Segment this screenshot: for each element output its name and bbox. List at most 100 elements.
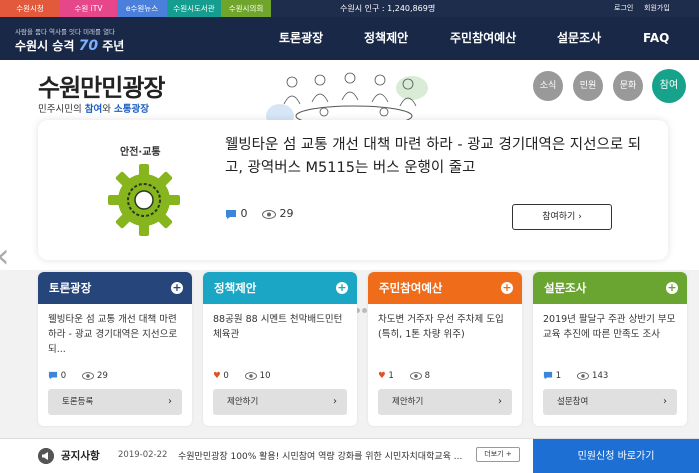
participate-button[interactable]: 참여하기 › (512, 204, 612, 230)
heart-icon: ♥ (378, 371, 386, 381)
card-button-label: 설문참여 (557, 397, 589, 407)
tab-suwon-city[interactable]: 수원시청 (0, 0, 60, 17)
megaphone-icon (38, 448, 54, 464)
card-stat-2: 143 (592, 371, 609, 381)
card-body[interactable]: 차도변 거주자 우선 주차제 도입(특히, 1톤 차량 위주) (368, 304, 522, 360)
card-stat-2: 10 (259, 371, 271, 381)
page-subtitle: 민주시민의 참여와 소통광장 (38, 101, 149, 115)
card-header[interactable]: 설문조사 + (533, 272, 687, 304)
chevron-right-icon: › (168, 396, 172, 407)
petition-apply-button[interactable]: 민원신청 바로가기 (533, 439, 699, 473)
budget-propose-button[interactable]: 제안하기 › (378, 389, 512, 415)
subtitle-emphasis-1: 참여 (84, 104, 103, 115)
nav-budget[interactable]: 주민참여예산 (450, 17, 516, 60)
tab-suwon-council[interactable]: 수원시의회 (221, 0, 271, 17)
card-stat-1: 0 (223, 371, 229, 381)
notice-headline[interactable]: 수원만민광장 100% 활용! 시민참여 역량 강화를 위한 시민자치대학교육 … (178, 449, 473, 462)
survey-participate-button[interactable]: 설문참여 › (543, 389, 677, 415)
card-stats: ♥ 1 8 (378, 371, 430, 381)
logo-suffix: 주년 (102, 39, 125, 53)
tab-suwon-library[interactable]: 수원시도서관 (167, 0, 221, 17)
page-title: 수원만민광장 (38, 74, 165, 102)
subtitle-middle: 와 (102, 104, 114, 115)
slide-view-count: 29 (279, 207, 294, 220)
slide-dot[interactable] (362, 308, 367, 313)
circle-petition[interactable]: 민원 (573, 71, 603, 101)
card-stat-2: 29 (97, 371, 108, 381)
debate-register-button[interactable]: 토론등록 › (48, 389, 182, 415)
subtitle-emphasis-2: 소통광장 (113, 104, 149, 115)
card-title: 설문조사 (544, 281, 587, 295)
plus-icon[interactable]: + (336, 282, 348, 294)
featured-slide: 안전·교통 웰빙타운 섬 교통 개선 대책 마련 하라 - 광교 경기대역은 지… (38, 120, 668, 314)
slide-views: 29 (262, 207, 294, 220)
chevron-right-icon: › (498, 396, 502, 407)
circle-news[interactable]: 소식 (533, 71, 563, 101)
join-link[interactable]: 회원가입 (644, 0, 670, 17)
top-utility-bar: 수원시청 수원 iTV e수원뉴스 수원시도서관 수원시의회 수원시 인구 : … (0, 0, 699, 17)
login-link[interactable]: 로그인 (614, 0, 633, 17)
card-body[interactable]: 2019년 팔달구 주관 상반기 부모교육 추진에 따른 만족도 조사 (533, 304, 687, 360)
nav-debate[interactable]: 토론광장 (279, 17, 323, 60)
circle-culture[interactable]: 문화 (613, 71, 643, 101)
card-stat-1: 1 (555, 371, 562, 381)
card-debate: 토론광장 + 웰빙타운 섬 교통 개선 대책 마련 하라 - 광교 경기대역은 … (38, 272, 192, 426)
side-prev-chevron[interactable]: ‹ (0, 236, 10, 276)
card-button-label: 제안하기 (392, 397, 424, 407)
card-header[interactable]: 주민참여예산 + (368, 272, 522, 304)
hero-section: 수원만민광장 민주시민의 참여와 소통광장 소식 민원 문화 참여 ‹ › 안전… (0, 60, 699, 314)
card-survey: 설문조사 + 2019년 팔달구 주관 상반기 부모교육 추진에 따른 만족도 … (533, 272, 687, 426)
logo-slogan: 사람을 품다 역사를 잇다 미래를 열다 (15, 28, 116, 36)
plus-icon[interactable]: + (171, 282, 183, 294)
card-stat-1: 1 (388, 371, 394, 381)
card-body[interactable]: 웰빙타운 섬 교통 개선 대책 마련 하라 - 광교 경기대역은 지선으로 되.… (38, 304, 192, 360)
eye-icon (409, 371, 422, 380)
nav-survey[interactable]: 설문조사 (557, 17, 601, 60)
chevron-right-icon: › (663, 396, 667, 407)
card-header[interactable]: 정책제안 + (203, 272, 357, 304)
comment-icon (48, 371, 58, 380)
tab-e-suwon-news[interactable]: e수원뉴스 (117, 0, 167, 17)
card-stat-1: 0 (60, 371, 67, 381)
circle-participation[interactable]: 참여 (652, 69, 686, 103)
card-header[interactable]: 토론광장 + (38, 272, 192, 304)
heart-icon: ♥ (213, 371, 221, 381)
comment-icon (226, 209, 236, 219)
slide-headline[interactable]: 웰빙타운 섬 교통 개선 대책 마련 하라 - 광교 경기대역은 지선으로 되고… (225, 134, 655, 180)
nav-policy[interactable]: 정책제안 (364, 17, 408, 60)
card-budget: 주민참여예산 + 차도변 거주자 우선 주차제 도입(특히, 1톤 차량 위주)… (368, 272, 522, 426)
eye-icon (244, 371, 257, 380)
logo-prefix: 수원시 승격 (15, 39, 75, 53)
population-counter: 수원시 인구 : 1,240,869명 (340, 4, 436, 13)
policy-propose-button[interactable]: 제안하기 › (213, 389, 347, 415)
card-stats: 0 29 (48, 371, 108, 381)
slide-comment-count: 0 (240, 207, 248, 220)
card-title: 토론광장 (49, 281, 92, 295)
card-policy: 정책제안 + 88공원 88 시멘트 천막배드민턴 체육관 ♥ 0 10 제안하… (203, 272, 357, 426)
notice-date: 2019-02-22 (118, 450, 168, 460)
card-stats: 1 143 (543, 371, 608, 381)
plus-icon: + (505, 450, 512, 458)
card-title: 정책제안 (214, 281, 257, 295)
slide-comments: 0 (225, 207, 248, 220)
comment-icon (543, 371, 553, 380)
card-button-label: 제안하기 (227, 397, 259, 407)
eye-icon (82, 371, 95, 380)
nav-faq[interactable]: FAQ (643, 17, 669, 60)
plus-icon[interactable]: + (501, 282, 513, 294)
more-button-label: 더보기 (484, 450, 504, 458)
notice-title: 공지사항 (61, 450, 100, 462)
card-stats: ♥ 0 10 (213, 371, 271, 381)
card-button-label: 토론등록 (62, 397, 94, 407)
notice-bar: 공지사항 2019-02-22 수원만민광장 100% 활용! 시민참여 역량 … (0, 438, 699, 473)
plus-icon[interactable]: + (666, 282, 678, 294)
card-body[interactable]: 88공원 88 시멘트 천막배드민턴 체육관 (203, 304, 357, 360)
eye-icon (577, 371, 590, 380)
tab-suwon-itv[interactable]: 수원 iTV (60, 0, 117, 17)
main-header: 사람을 품다 역사를 잇다 미래를 열다 수원시 승격 70 주년 토론광장 정… (0, 17, 699, 60)
site-logo[interactable]: 수원시 승격 70 주년 (15, 37, 124, 54)
more-button[interactable]: 더보기 + (476, 447, 520, 462)
subtitle-prefix: 민주시민의 (38, 104, 85, 115)
eye-icon (262, 209, 276, 219)
chevron-right-icon: › (578, 212, 582, 222)
